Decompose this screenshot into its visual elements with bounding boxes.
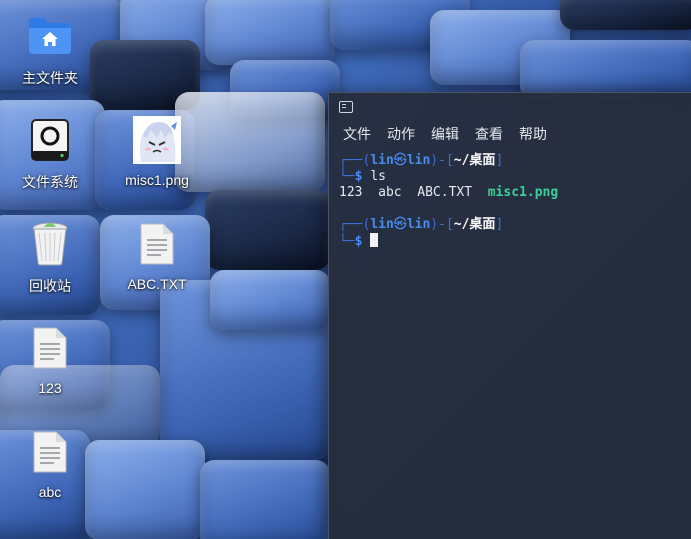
wallpaper-key — [205, 0, 335, 65]
menu-file[interactable]: 文件 — [337, 122, 377, 146]
prompt-user: lin — [370, 153, 394, 168]
text-file-icon — [133, 220, 181, 268]
desktop-icon-label: 回收站 — [29, 278, 71, 294]
wallpaper-key — [85, 440, 205, 539]
menu-edit[interactable]: 编辑 — [425, 122, 465, 146]
desktop-icon-trash[interactable]: 回收站 — [2, 220, 98, 296]
desktop-icon-misc1[interactable]: misc1.png — [109, 116, 205, 188]
trash-icon — [26, 220, 74, 268]
desktop-icon-label: abc — [38, 484, 62, 500]
ls-entry: ABC.TXT — [417, 185, 473, 200]
desktop-icon-label: ABC.TXT — [127, 276, 187, 292]
prompt-host: lin — [406, 217, 431, 232]
skull-icon: ㉿ — [393, 153, 407, 168]
home-folder-icon — [26, 12, 74, 60]
ls-output: 123 abc ABC.TXT misc1.png — [339, 185, 682, 201]
input-line[interactable]: └─$ — [339, 233, 682, 249]
text-cursor — [370, 233, 379, 247]
prompt-host: lin — [406, 153, 431, 168]
prompt-line: ┌──(lin㉿lin)-[~/桌面] — [339, 153, 504, 168]
wallpaper-key — [210, 270, 330, 330]
terminal-menubar: 文件 动作 编辑 查看 帮助 — [329, 121, 691, 147]
command-line: └─$ ls — [339, 169, 386, 184]
desktop-icon-label: 文件系统 — [22, 174, 78, 190]
terminal-output[interactable]: ┌──(lin㉿lin)-[~/桌面] └─$ ls 123 abc ABC.T… — [329, 147, 691, 255]
wallpaper-key — [200, 460, 330, 539]
desktop-icon-label: misc1.png — [125, 172, 189, 188]
desktop-icon-label: 主文件夹 — [22, 70, 78, 86]
command-text: ls — [370, 169, 386, 184]
ls-entry: abc — [378, 185, 402, 200]
drive-icon — [26, 116, 74, 164]
ls-entry: 123 — [339, 185, 363, 200]
wallpaper-key — [520, 40, 691, 100]
prompt-path: ~/桌面 — [453, 217, 496, 232]
text-file-icon — [26, 428, 74, 476]
desktop: 主文件夹 文件系统 misc1.png 回收站 ABC.TXT 123 abc … — [0, 0, 691, 539]
wallpaper-key — [205, 190, 330, 270]
image-thumbnail — [133, 116, 181, 164]
prompt-path: ~/桌面 — [453, 153, 496, 168]
menu-view[interactable]: 查看 — [469, 122, 509, 146]
desktop-icon-home[interactable]: 主文件夹 — [2, 12, 98, 88]
terminal-window[interactable]: 文件 动作 编辑 查看 帮助 ┌──(lin㉿lin)-[~/桌面] └─$ l… — [328, 92, 691, 539]
ls-entry: misc1.png — [487, 185, 559, 200]
desktop-icon-label: 123 — [38, 380, 62, 396]
desktop-icon-abc-txt[interactable]: ABC.TXT — [109, 220, 205, 292]
menu-actions[interactable]: 动作 — [381, 122, 421, 146]
menu-help[interactable]: 帮助 — [513, 122, 553, 146]
desktop-icon-123[interactable]: 123 — [2, 324, 98, 396]
desktop-icon-filesystem[interactable]: 文件系统 — [2, 116, 98, 192]
terminal-icon — [339, 101, 353, 113]
prompt-line: ┌──(lin㉿lin)-[~/桌面] — [339, 217, 504, 232]
text-file-icon — [26, 324, 74, 372]
wallpaper-key — [560, 0, 691, 30]
skull-icon: ㉿ — [393, 217, 407, 232]
prompt-user: lin — [370, 217, 394, 232]
terminal-titlebar[interactable] — [329, 93, 691, 121]
desktop-icon-abc[interactable]: abc — [2, 428, 98, 500]
